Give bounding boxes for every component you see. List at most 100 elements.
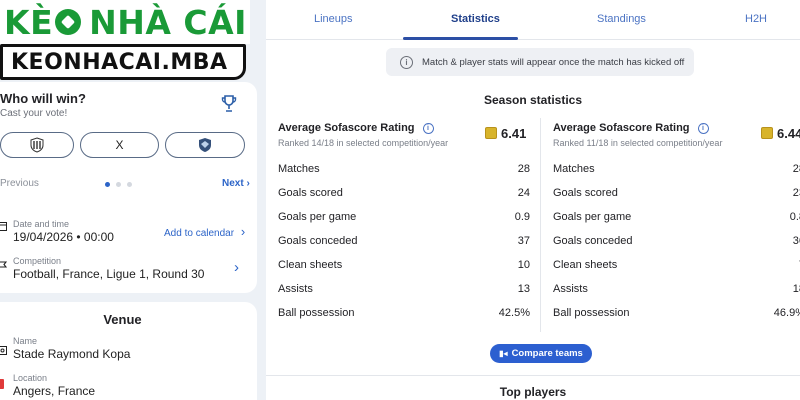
chevron-right-icon: › (246, 178, 250, 189)
rating-label-text: Average Sofascore Rating (278, 122, 415, 134)
stat-value: 24 (517, 187, 530, 199)
previous-button[interactable]: Previous (0, 178, 39, 189)
match-info-card: Date and time 19/04/2026 • 00:00 Add to … (0, 205, 257, 293)
stat-label: Goals conceded (553, 235, 633, 247)
home-rating-value: 6.41 (501, 126, 527, 141)
compare-teams-label: Compare teams (511, 348, 583, 359)
pager-dots (105, 182, 132, 187)
stat-value: 0.9 (514, 211, 530, 223)
logo-line-1: KÈ NHÀ CÁI (0, 0, 250, 44)
soccer-ball-icon (55, 9, 82, 35)
stat-label: Goals per game (553, 211, 632, 223)
venue-card: Venue Name Stade Raymond Kopa Location A… (0, 302, 257, 400)
home-stats-column: Average Sofascore Rating i Ranked 14/18 … (278, 118, 540, 333)
kickoff-notice: i Match & player stats will appear once … (386, 48, 694, 76)
vote-home-button[interactable] (0, 132, 74, 158)
stat-value: 42.5% (498, 307, 530, 319)
tab-standings[interactable]: Standings (597, 13, 646, 25)
away-stats-column: Average Sofascore Rating i Ranked 11/18 … (553, 118, 800, 333)
date-value: 19/04/2026 • 00:00 (13, 230, 114, 244)
home-rating-label: Average Sofascore Rating i (278, 122, 434, 134)
stat-row: Goals conceded 37 (278, 235, 540, 259)
tab-statistics[interactable]: Statistics (451, 13, 500, 25)
competition-label: Competition (13, 256, 62, 266)
rating-label-text: Average Sofascore Rating (553, 122, 690, 134)
stat-value: 10 (517, 259, 530, 271)
stat-label: Clean sheets (278, 259, 343, 271)
stat-label: Clean sheets (553, 259, 618, 271)
home-team-crest-icon (30, 137, 44, 153)
stat-row: Matches 28 (278, 163, 540, 187)
stat-label: Assists (278, 283, 313, 295)
away-rating-label: Average Sofascore Rating i (553, 122, 709, 134)
info-icon[interactable]: i (422, 122, 434, 134)
logo-text-b: NHÀ CÁI (89, 2, 247, 42)
stat-value: 23 (792, 187, 800, 199)
add-to-calendar-link[interactable]: Add to calendar › (164, 224, 245, 239)
venue-location-value: Angers, France (13, 384, 96, 398)
stat-label: Goals scored (553, 187, 618, 199)
stat-label: Matches (553, 163, 595, 175)
stat-value: 18 (792, 283, 800, 295)
vote-subtitle: Cast your vote! (0, 108, 68, 119)
stadium-icon (0, 346, 7, 355)
stat-label: Ball possession (553, 307, 630, 319)
stat-row: Goals per game 0.9 (278, 211, 540, 235)
left-column: Who will win? Cast your vote! X Previous (0, 0, 258, 400)
stat-row: Assists 13 (278, 283, 540, 307)
top-players-title: Top players (499, 385, 567, 399)
venue-name-label: Name (13, 336, 38, 346)
stat-value: 13 (517, 283, 530, 295)
pager-dot[interactable] (127, 182, 132, 187)
stat-label: Goals conceded (278, 235, 358, 247)
stat-row: Goals conceded 36 (553, 235, 800, 259)
season-statistics-title: Season statistics (483, 93, 583, 107)
chevron-right-icon[interactable]: › (234, 259, 239, 276)
tab-bar: Lineups Statistics Standings H2H (266, 0, 800, 40)
section-divider (266, 375, 800, 376)
stat-row: Clean sheets 10 (278, 259, 540, 283)
tab-lineups[interactable]: Lineups (314, 13, 353, 25)
chevron-right-icon: › (240, 224, 246, 239)
tab-h2h[interactable]: H2H (745, 13, 767, 25)
pager-dot[interactable] (105, 182, 110, 187)
stat-value: 37 (517, 235, 530, 247)
stat-row: Ball possession 42.5% (278, 307, 540, 331)
rating-badge-icon (761, 127, 773, 139)
rating-badge-icon (485, 127, 497, 139)
logo-text-a: KÈ (4, 2, 54, 42)
away-team-crest-icon (199, 138, 211, 152)
compare-teams-button[interactable]: ▮◂ Compare teams (490, 344, 592, 363)
stat-label: Assists (553, 283, 588, 295)
stat-value: 46.9% (773, 307, 800, 319)
stat-row: Ball possession 46.9% (553, 307, 800, 331)
logo-domain: KEONHACAI.MBA (11, 49, 228, 75)
site-logo: KÈ NHÀ CÁI KEONHACAI.MBA (0, 0, 250, 80)
compare-icon: ▮◂ (499, 349, 508, 358)
stat-label: Matches (278, 163, 320, 175)
info-icon[interactable]: i (697, 122, 709, 134)
stat-row: Goals scored 24 (278, 187, 540, 211)
notice-text: Match & player stats will appear once th… (422, 56, 685, 68)
next-button[interactable]: Next › (222, 178, 250, 189)
stat-label: Goals per game (278, 211, 357, 223)
stat-row: Matches 28 (553, 163, 800, 187)
away-rating-value: 6.44 (777, 126, 800, 141)
stat-row: Goals per game 0.8 (553, 211, 800, 235)
stat-value: 0.8 (789, 211, 800, 223)
stats-panel: Lineups Statistics Standings H2H i Match… (266, 0, 800, 400)
vote-away-button[interactable] (165, 132, 245, 158)
add-to-calendar-label: Add to calendar (164, 228, 235, 239)
stat-row: Clean sheets7 (553, 259, 800, 283)
competition-value[interactable]: Football, France, Ligue 1, Round 30 (13, 267, 204, 281)
calendar-icon (0, 222, 7, 231)
venue-title: Venue (103, 312, 142, 327)
vote-draw-button[interactable]: X (80, 132, 159, 158)
venue-name-value: Stade Raymond Kopa (13, 347, 131, 361)
location-flag-icon (0, 379, 4, 389)
logo-line-2: KEONHACAI.MBA (0, 44, 246, 80)
date-label: Date and time (13, 219, 70, 229)
pager-dot[interactable] (116, 182, 121, 187)
column-divider (540, 118, 541, 332)
info-icon: i (400, 55, 413, 69)
